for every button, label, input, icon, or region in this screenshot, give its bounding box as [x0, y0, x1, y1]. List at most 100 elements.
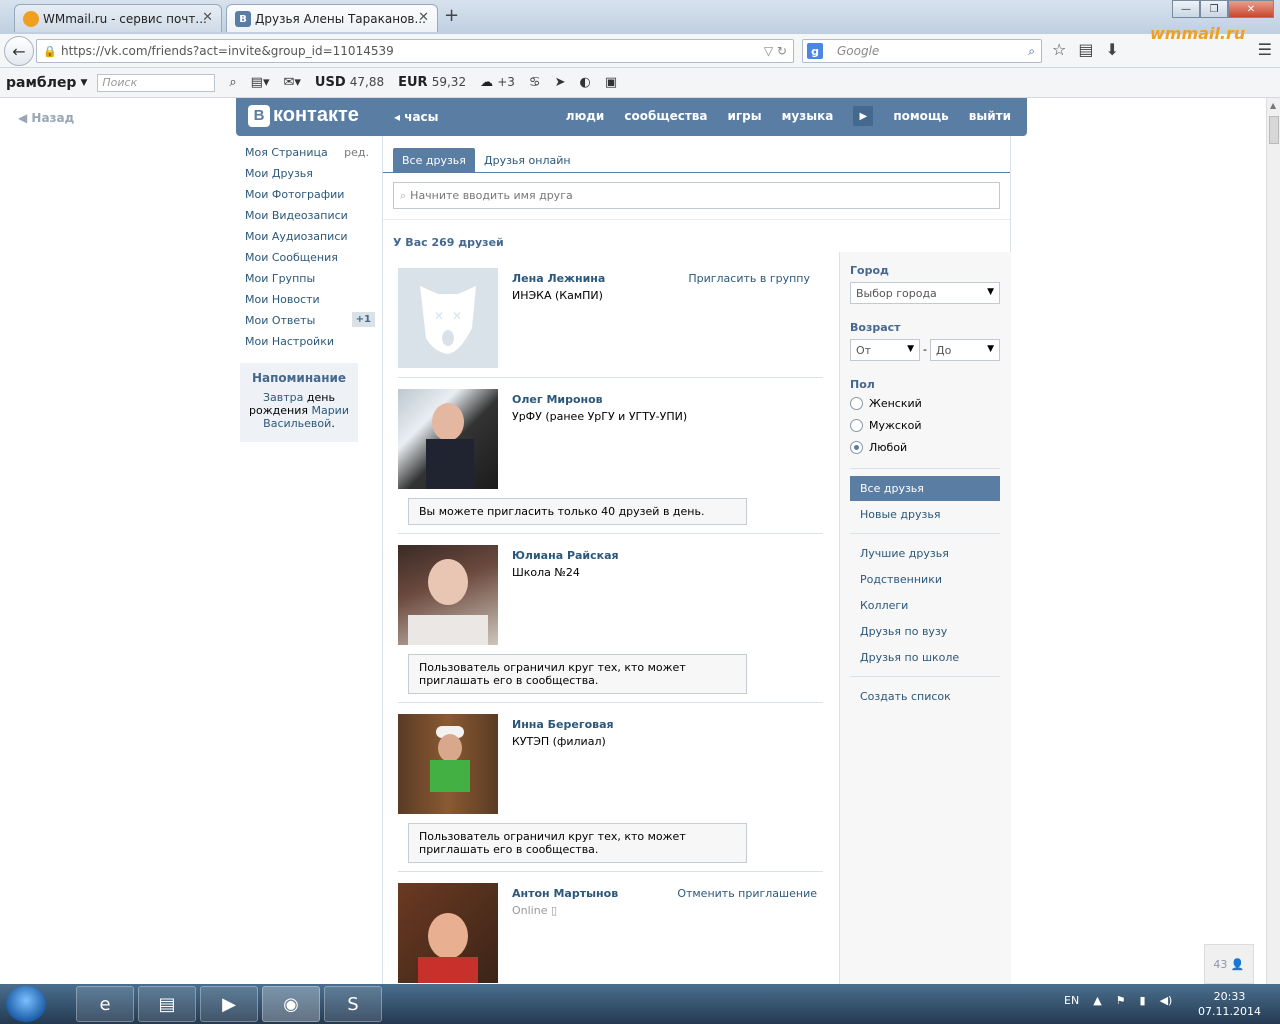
nav-music[interactable]: музыка: [782, 109, 834, 126]
cancel-invite-link[interactable]: Отменить приглашение: [677, 887, 817, 900]
reading-list-icon[interactable]: ▤: [1078, 40, 1093, 59]
close-tab-icon[interactable]: ✕: [202, 10, 213, 25]
vk-logo[interactable]: Bконтакте: [248, 104, 359, 127]
download-icon[interactable]: ⬇: [1105, 40, 1118, 59]
clock-link[interactable]: ◂ часы: [394, 110, 439, 124]
nav-help[interactable]: помощь: [893, 109, 948, 126]
start-button-icon[interactable]: [6, 986, 46, 1022]
back-arrow-icon[interactable]: ←: [4, 36, 34, 66]
weather[interactable]: ☁ +3: [480, 75, 515, 90]
list-colleagues[interactable]: Коллеги: [850, 593, 1000, 618]
browser-search-input[interactable]: g Google ⌕: [802, 39, 1042, 63]
avatar[interactable]: ✕ ✕: [398, 268, 498, 368]
volume-icon[interactable]: ◀): [1160, 994, 1173, 1007]
chat-counter[interactable]: 43 👤: [1204, 944, 1254, 984]
tab-online-friends[interactable]: Друзья онлайн: [475, 148, 580, 173]
edit-link[interactable]: ред.: [344, 146, 369, 159]
friend-name[interactable]: Лена Лежнина: [512, 272, 605, 285]
menu-my-page[interactable]: Моя Страница ред.: [245, 146, 375, 167]
reload-icon[interactable]: ▽ ↻: [764, 44, 787, 58]
bookmark-star-icon[interactable]: ☆: [1052, 40, 1066, 59]
usd-rate[interactable]: USD 47,88: [315, 75, 384, 90]
city-select[interactable]: Выбор города ▼: [850, 282, 1000, 304]
ie-icon[interactable]: e: [76, 986, 134, 1022]
sex-any-radio[interactable]: Любой: [850, 441, 907, 454]
menu-my-videos[interactable]: Мои Видеозаписи: [245, 209, 375, 230]
menu-my-groups[interactable]: Мои Группы: [245, 272, 375, 293]
menu-my-audio[interactable]: Мои Аудиозаписи: [245, 230, 375, 251]
friend-name[interactable]: Юлиана Райская: [512, 549, 619, 562]
language-indicator[interactable]: EN: [1064, 994, 1079, 1007]
sex-male-radio[interactable]: Мужской: [850, 419, 921, 432]
menu-my-photos[interactable]: Мои Фотографии: [245, 188, 375, 209]
create-list-link[interactable]: Создать список: [850, 684, 1000, 709]
nav-people[interactable]: люди: [566, 109, 605, 126]
avatar[interactable]: [398, 389, 498, 489]
google-icon[interactable]: g: [807, 43, 823, 59]
search-icon[interactable]: ⌕: [229, 75, 236, 90]
search-icon[interactable]: ⌕: [1028, 44, 1035, 59]
avatar[interactable]: [398, 714, 498, 814]
media-player-icon[interactable]: ▶: [200, 986, 258, 1022]
friend-name[interactable]: Инна Береговая: [512, 718, 614, 731]
tab-all-friends[interactable]: Все друзья: [393, 148, 475, 173]
close-tab-icon[interactable]: ✕: [418, 10, 429, 25]
sex-female-radio[interactable]: Женский: [850, 397, 922, 410]
menu-my-settings[interactable]: Мои Настройки: [245, 335, 375, 356]
rambler-search-input[interactable]: Поиск: [97, 73, 216, 92]
nav-communities[interactable]: сообщества: [624, 109, 707, 126]
firefox-icon[interactable]: ◉: [262, 986, 320, 1022]
list-university-friends[interactable]: Друзья по вузу: [850, 619, 1000, 644]
menu-my-friends[interactable]: Мои Друзья: [245, 167, 375, 188]
scroll-up-icon[interactable]: ▲: [1270, 101, 1276, 110]
games-icon[interactable]: ◐: [579, 75, 590, 90]
avatar[interactable]: [398, 883, 498, 983]
chevron-down-icon[interactable]: ▼: [80, 78, 87, 88]
address-bar[interactable]: 🔒 https://vk.com/friends?act=invite&grou…: [36, 39, 794, 63]
nav-logout[interactable]: выйти: [969, 109, 1011, 126]
notes-icon[interactable]: ▤▾: [251, 75, 270, 90]
menu-my-answers[interactable]: Мои Ответы +1: [245, 312, 375, 335]
reminder-link-surname[interactable]: Васильевой: [263, 417, 331, 430]
scrollbar-thumb[interactable]: [1269, 116, 1279, 144]
menu-icon[interactable]: ☰: [1258, 40, 1272, 59]
list-all-friends[interactable]: Все друзья: [850, 476, 1000, 501]
browser-tab-wmmail[interactable]: WMmail.ru - сервис почт... ✕: [14, 4, 222, 32]
friend-search-input[interactable]: ⌕ Начните вводить имя друга: [393, 182, 1000, 209]
send-icon[interactable]: ➤: [555, 75, 566, 90]
friend-name[interactable]: Олег Миронов: [512, 393, 603, 406]
skype-icon[interactable]: S: [324, 986, 382, 1022]
list-relatives[interactable]: Родственники: [850, 567, 1000, 592]
scrollbar[interactable]: ▲: [1266, 98, 1280, 984]
friend-name[interactable]: Антон Мартынов: [512, 887, 618, 900]
menu-my-news[interactable]: Мои Новости: [245, 293, 375, 314]
age-to-select[interactable]: До ▼: [930, 339, 1000, 361]
avatar[interactable]: [398, 545, 498, 645]
list-new-friends[interactable]: Новые друзья: [850, 502, 1000, 527]
back-link[interactable]: ◀ Назад: [18, 111, 74, 125]
invite-to-group-link[interactable]: Пригласить в группу: [688, 272, 810, 285]
age-from-select[interactable]: От ▼: [850, 339, 920, 361]
window-close-icon[interactable]: ✕: [1228, 0, 1274, 18]
menu-my-messages[interactable]: Мои Сообщения: [245, 251, 375, 272]
reminder-link-name[interactable]: Марии: [311, 404, 349, 417]
list-best-friends[interactable]: Лучшие друзья: [850, 541, 1000, 566]
list-school-friends[interactable]: Друзья по школе: [850, 645, 1000, 670]
mail-icon[interactable]: ✉▾: [283, 75, 300, 90]
minimize-icon[interactable]: —: [1172, 0, 1200, 18]
tickets-icon[interactable]: ▣: [605, 75, 617, 90]
taskbar-clock[interactable]: 20:33 07.11.2014: [1198, 989, 1261, 1019]
play-icon[interactable]: ▶: [853, 106, 874, 126]
new-tab-icon[interactable]: +: [444, 5, 459, 26]
horoscope-icon[interactable]: ♋: [529, 75, 541, 90]
nav-games[interactable]: игры: [728, 109, 762, 126]
explorer-icon[interactable]: ▤: [138, 986, 196, 1022]
rambler-logo[interactable]: рамблер: [6, 75, 76, 91]
eur-rate[interactable]: EUR 59,32: [398, 75, 466, 90]
network-icon[interactable]: ▮: [1140, 994, 1146, 1007]
tray-expand-icon[interactable]: ▲: [1093, 994, 1101, 1007]
browser-tab-vk[interactable]: B Друзья Алены Тараканов... ✕: [226, 4, 438, 32]
flag-icon[interactable]: ⚑: [1116, 994, 1126, 1007]
maximize-icon[interactable]: ❐: [1200, 0, 1228, 18]
reminder-link-tomorrow[interactable]: Завтра: [263, 391, 303, 404]
